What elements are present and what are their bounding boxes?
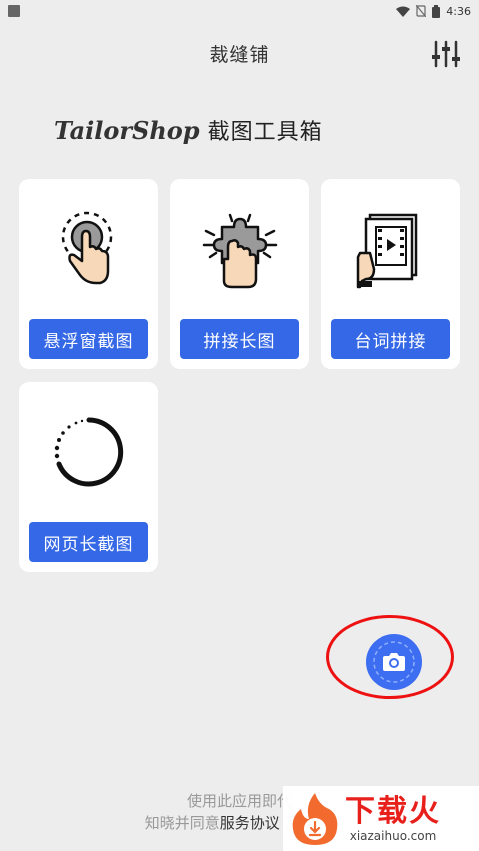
brand: TailorShop 截图工具箱: [54, 112, 323, 148]
tool-card-web-long-screenshot[interactable]: 网页长截图: [19, 382, 158, 572]
watermark-cn: 下载火: [345, 793, 441, 829]
tap-gesture-icon: [19, 209, 158, 289]
notification-icon: [8, 5, 20, 17]
watermark: 下载火 xiazaihuo.com: [283, 786, 479, 851]
status-icons: 4:36: [396, 4, 471, 18]
stitch-long-image-button[interactable]: 拼接长图: [180, 319, 299, 359]
page-title: 裁缝铺: [209, 44, 270, 66]
camera-fab-button[interactable]: [366, 634, 422, 690]
settings-button[interactable]: [431, 38, 461, 70]
film-book-icon: [321, 209, 460, 289]
flame-logo-icon: [292, 792, 338, 845]
wifi-icon: [396, 6, 411, 17]
watermark-text: 下载火 xiazaihuo.com: [345, 793, 441, 843]
tool-card-floating-screenshot[interactable]: 悬浮窗截图: [19, 179, 158, 369]
web-long-screenshot-button[interactable]: 网页长截图: [29, 522, 148, 562]
subtitle-stitch-button[interactable]: 台词拼接: [331, 319, 450, 359]
tool-card-subtitle-stitch[interactable]: 台词拼接: [321, 179, 460, 369]
brand-subtitle: 截图工具箱: [207, 120, 323, 145]
agreement-prefix: 知晓并同意: [144, 814, 220, 832]
puzzle-hand-icon: [170, 209, 309, 289]
no-sim-icon: [416, 5, 427, 17]
loading-circle-icon: [19, 412, 158, 492]
camera-icon: [373, 641, 415, 683]
battery-icon: [432, 4, 441, 18]
brand-logo: TailorShop: [54, 115, 200, 145]
watermark-en: xiazaihuo.com: [349, 828, 437, 843]
floating-screenshot-button[interactable]: 悬浮窗截图: [29, 319, 148, 359]
service-agreement-link[interactable]: 服务协议: [220, 814, 280, 832]
sliders-icon: [432, 40, 460, 68]
tool-card-stitch-long-image[interactable]: 拼接长图: [170, 179, 309, 369]
app-bar: 裁缝铺: [0, 22, 479, 86]
status-bar: 4:36: [0, 0, 479, 22]
status-time: 4:36: [446, 4, 471, 18]
